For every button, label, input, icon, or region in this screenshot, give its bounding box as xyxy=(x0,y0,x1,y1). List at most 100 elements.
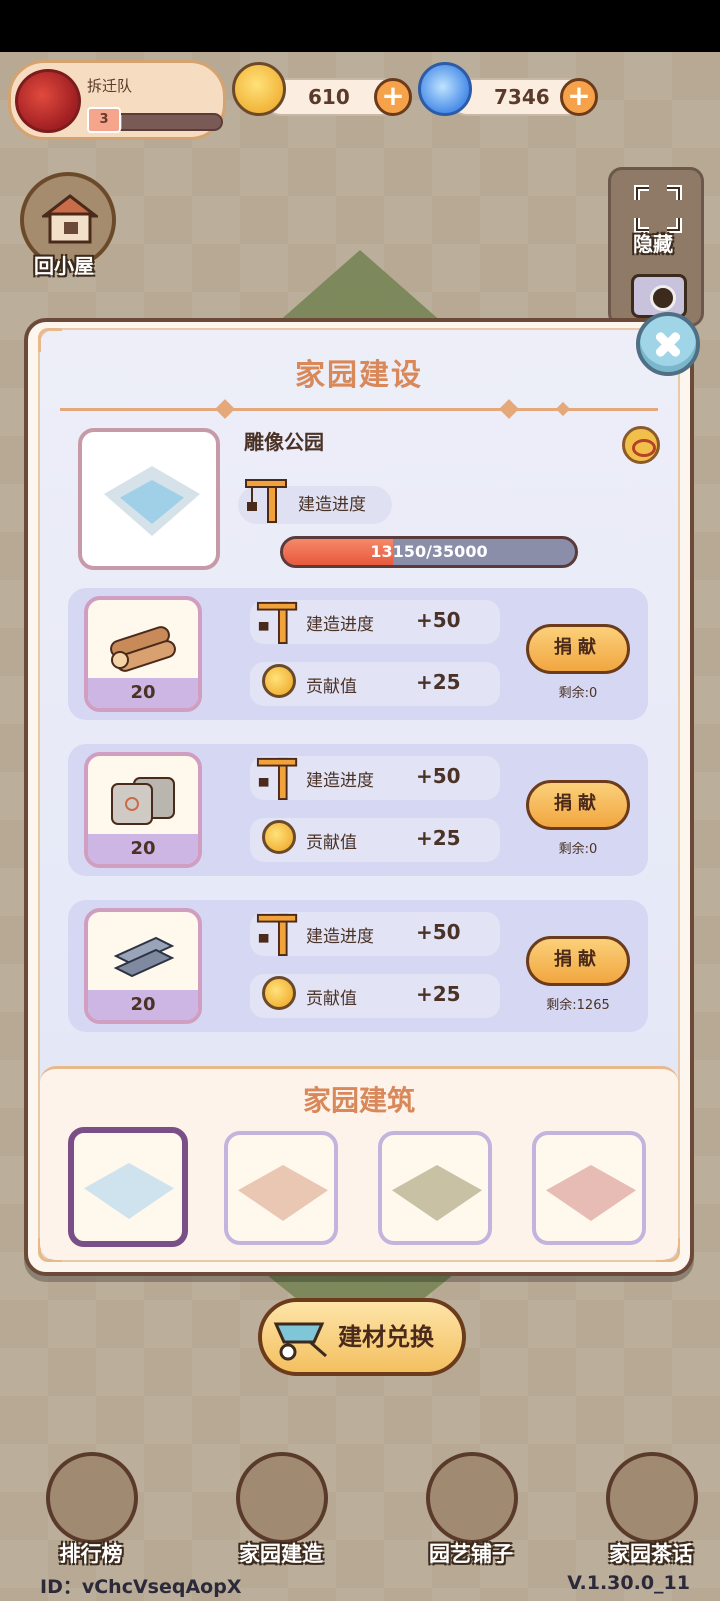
building-thumbnail xyxy=(78,428,220,570)
crane-icon xyxy=(256,757,298,801)
material-count: 20 xyxy=(88,678,198,708)
cement-bags-icon xyxy=(111,777,175,825)
contribution-value: +25 xyxy=(416,826,461,850)
material-count: 20 xyxy=(88,834,198,864)
contribution-pill: 贡献值 +25 xyxy=(250,662,500,706)
dialog-body: 家园建设 雕像公园 建造进度 13150/35000 20 建造进度 +50 贡… xyxy=(38,328,680,1262)
preview-eye-button[interactable] xyxy=(622,426,660,464)
remaining-count: 剩余:1265 xyxy=(546,998,610,1013)
material-row-wood: 20 建造进度 +50 贡献值 +25 捐献 剩余:0 xyxy=(68,588,648,720)
progress-gain-value: +50 xyxy=(416,608,461,632)
pink-cottages-image xyxy=(546,1165,636,1221)
progress-gain-pill: 建造进度 +50 xyxy=(250,600,500,645)
crane-icon xyxy=(256,601,298,645)
app-version: V.1.30.0_11 xyxy=(567,1572,690,1594)
contribution-label: 贡献值 xyxy=(306,989,357,1009)
progress-gain-value: +50 xyxy=(416,920,461,944)
player-id: ID：vChcVseqAopX xyxy=(40,1576,242,1598)
material-count: 20 xyxy=(88,990,198,1020)
snail-coin-icon xyxy=(232,62,286,116)
chat-bubbles-icon xyxy=(606,1452,698,1544)
corner-ornament xyxy=(38,328,62,352)
status-bar xyxy=(0,0,720,52)
home-label: 回小屋 xyxy=(34,254,94,278)
currency-snail-coins: 610 + xyxy=(232,62,412,118)
divider-ornament xyxy=(499,399,519,419)
cherry-garden-image xyxy=(238,1165,328,1221)
level-progress-bar xyxy=(111,113,223,131)
material-exchange-button[interactable]: 建材兑换 xyxy=(258,1298,466,1376)
add-snail-coin-button[interactable]: + xyxy=(374,78,412,116)
contribution-value: +25 xyxy=(416,982,461,1006)
progress-gain-pill: 建造进度 +50 xyxy=(250,756,500,801)
crane-icon xyxy=(256,913,298,957)
donate-button[interactable]: 捐献 xyxy=(526,780,630,830)
leaderboard-icon xyxy=(46,1452,138,1544)
house-icon xyxy=(42,194,98,244)
progress-gain-label: 建造进度 xyxy=(306,615,374,635)
donate-button[interactable]: 捐献 xyxy=(526,624,630,674)
material-row-cement: 20 建造进度 +50 贡献值 +25 捐献 剩余:0 xyxy=(68,744,648,876)
building-tile-villa[interactable] xyxy=(378,1131,492,1245)
snail-coin-icon xyxy=(262,976,296,1010)
material-card: 20 xyxy=(84,908,202,1024)
snail-coin-icon xyxy=(262,664,296,698)
camera-icon[interactable] xyxy=(631,274,687,318)
crane-icon xyxy=(245,479,287,523)
wood-logs-icon xyxy=(110,626,176,672)
player-card[interactable]: 拆迁队 3 xyxy=(8,60,226,140)
progress-gain-pill: 建造进度 +50 xyxy=(250,912,500,957)
rose-avatar-icon xyxy=(15,69,81,133)
building-progress-bar: 13150/35000 xyxy=(280,536,578,568)
divider-ornament xyxy=(215,399,235,419)
level-badge: 3 xyxy=(87,107,121,133)
nav-gardening-shop[interactable]: 园艺铺子 xyxy=(416,1452,526,1566)
building-tile-cherry-garden[interactable] xyxy=(224,1131,338,1245)
material-exchange-label: 建材兑换 xyxy=(338,1323,434,1351)
brick-trowel-icon xyxy=(236,1452,328,1544)
snail-coin-icon xyxy=(262,820,296,854)
statue-park-image xyxy=(84,1163,174,1219)
dialog-title: 家园建设 xyxy=(295,358,423,393)
nav-leaderboard-label: 排行榜 xyxy=(59,1542,123,1566)
close-button[interactable] xyxy=(636,312,700,376)
flower-basket-icon xyxy=(426,1452,518,1544)
build-progress-label: 建造进度 xyxy=(298,495,366,515)
building-name: 雕像公园 xyxy=(244,430,324,454)
material-card: 20 xyxy=(84,596,202,712)
garden-buildings-section: 家园建筑 xyxy=(40,1066,678,1260)
steel-beams-icon xyxy=(113,936,175,978)
nav-garden-chat[interactable]: 家园茶话 xyxy=(596,1452,706,1566)
nav-garden-chat-label: 家园茶话 xyxy=(609,1542,693,1566)
add-swirl-gem-button[interactable]: + xyxy=(560,78,598,116)
progress-gain-label: 建造进度 xyxy=(306,927,374,947)
nav-garden-build[interactable]: 家园建造 xyxy=(226,1452,336,1566)
swirl-gem-icon xyxy=(418,62,472,116)
building-tile-statue-park[interactable] xyxy=(68,1127,188,1247)
contribution-label: 贡献值 xyxy=(306,677,357,697)
nav-garden-build-label: 家园建造 xyxy=(239,1542,323,1566)
nav-gardening-shop-label: 园艺铺子 xyxy=(429,1542,513,1566)
building-progress-text: 13150/35000 xyxy=(370,542,488,561)
garden-construction-dialog: 家园建设 雕像公园 建造进度 13150/35000 20 建造进度 +50 贡… xyxy=(24,318,694,1276)
wheelbarrow-icon xyxy=(273,1322,327,1361)
material-row-steel: 20 建造进度 +50 贡献值 +25 捐献 剩余:1265 xyxy=(68,900,648,1032)
donate-button[interactable]: 捐献 xyxy=(526,936,630,986)
progress-gain-value: +50 xyxy=(416,764,461,788)
building-tile-pink-cottages[interactable] xyxy=(532,1131,646,1245)
contribution-pill: 贡献值 +25 xyxy=(250,818,500,862)
nav-leaderboard[interactable]: 排行榜 xyxy=(36,1452,146,1566)
right-tool-panel: 隐藏 xyxy=(608,167,704,327)
villa-image xyxy=(392,1165,482,1221)
contribution-value: +25 xyxy=(416,670,461,694)
hide-ui-icon[interactable] xyxy=(633,184,683,234)
hide-label: 隐藏 xyxy=(633,232,673,256)
garden-buildings-title: 家园建筑 xyxy=(302,1084,415,1117)
material-card: 20 xyxy=(84,752,202,868)
progress-gain-label: 建造进度 xyxy=(306,771,374,791)
remaining-count: 剩余:0 xyxy=(558,842,598,857)
player-name: 拆迁队 xyxy=(87,77,133,95)
currency-swirl-gems: 7346 + xyxy=(418,62,598,118)
divider-ornament xyxy=(555,401,571,417)
remaining-count: 剩余:0 xyxy=(558,686,598,701)
